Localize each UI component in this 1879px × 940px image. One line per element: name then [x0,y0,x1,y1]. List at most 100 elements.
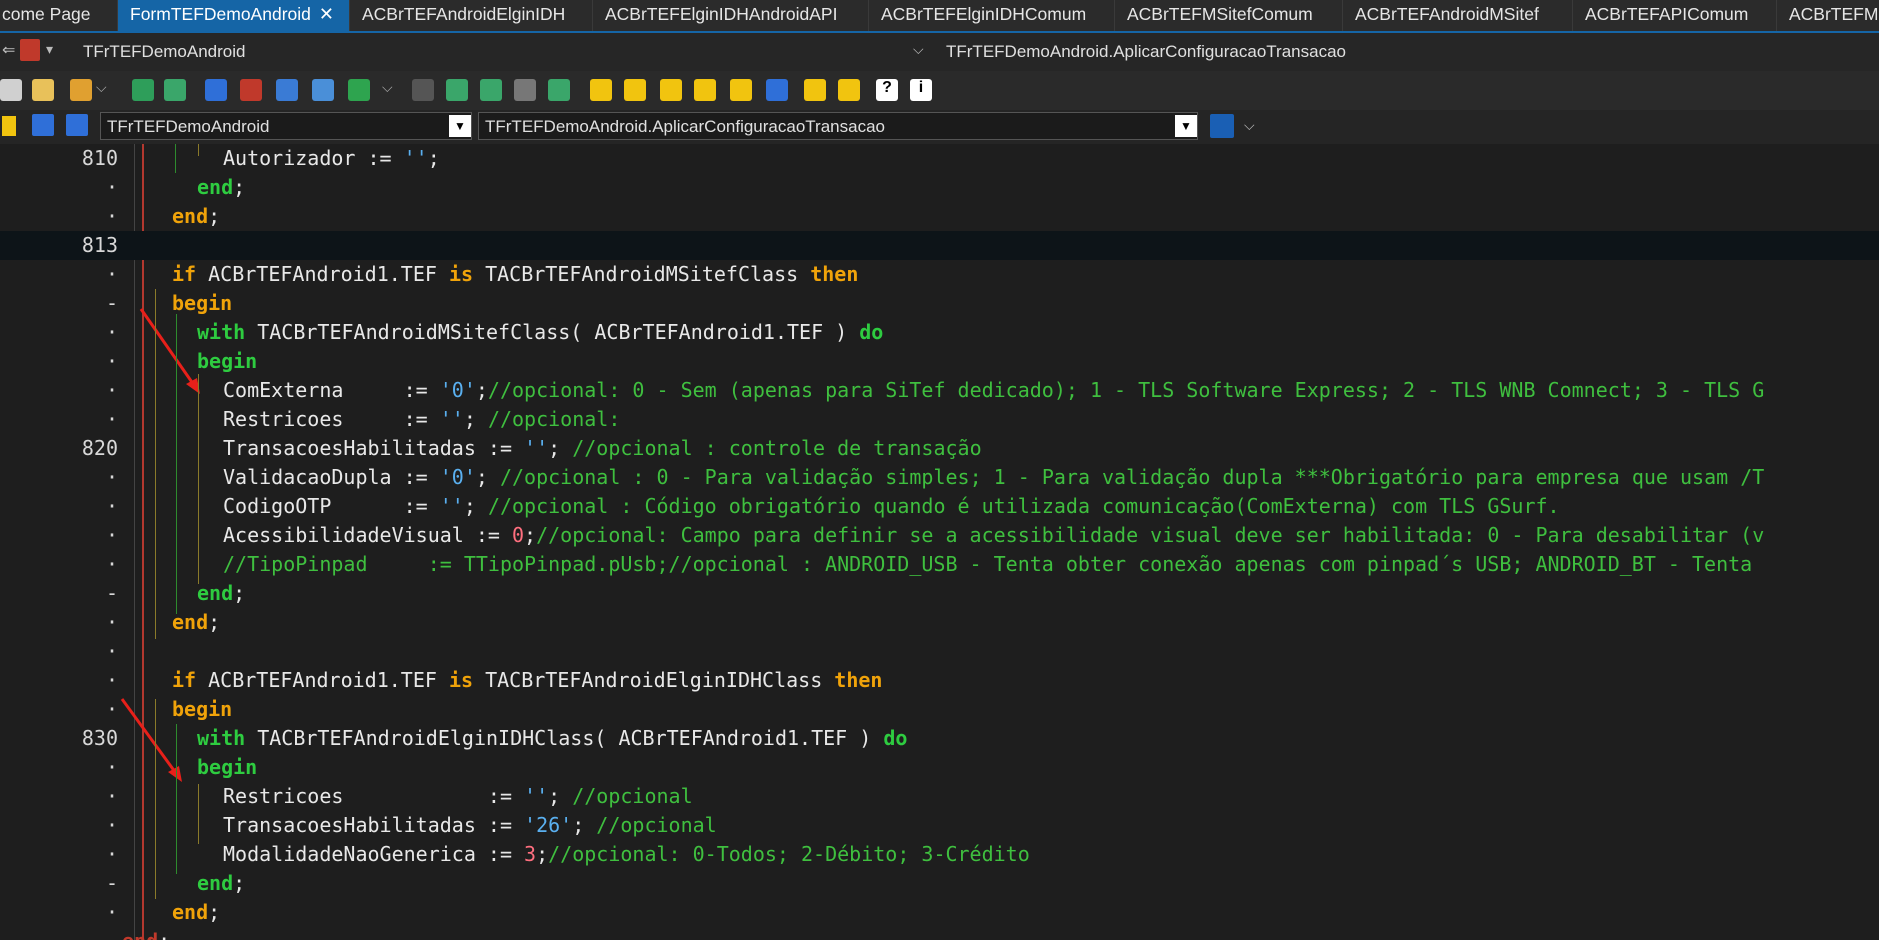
tab-acbrtefmsitefcomum[interactable]: ACBrTEFMSitefComum [1115,0,1343,31]
add-file-icon[interactable] [205,79,227,101]
open-folder-icon[interactable] [70,79,92,101]
options-icon[interactable] [276,79,298,101]
code-line[interactable]: · ComExterna := '0';//opcional: 0 - Sem (… [0,376,1879,405]
code-token: ; [475,378,488,402]
notes-icon[interactable] [804,79,826,101]
code-line[interactable]: · begin [0,347,1879,376]
code-token: ; [463,407,488,431]
tool-icon[interactable] [730,79,752,101]
code-line[interactable]: · Restricoes := ''; //opcional [0,782,1879,811]
code-line[interactable]: · if ACBrTEFAndroid1.TEF is TACBrTEFAndro… [0,260,1879,289]
class-combo[interactable]: TFrTEFDemoAndroid ▼ [100,112,472,140]
code-line[interactable]: · CodigoOTP := ''; //opcional : Código ob… [0,492,1879,521]
tab-acbrtefapicomum[interactable]: ACBrTEFAPIComum [1573,0,1777,31]
code-line[interactable]: · end; [0,898,1879,927]
code-line[interactable]: 813 [0,231,1879,260]
chevron-down-icon[interactable]: ⌵ [913,41,924,58]
interface-icon[interactable] [32,114,54,136]
line-number: · [105,320,118,344]
tab-come-page[interactable]: come Page [0,0,118,31]
tab-acbrtefandroidmsitef[interactable]: ACBrTEFAndroidMSitef [1343,0,1573,31]
edit-icon[interactable] [624,79,646,101]
class-name-label[interactable]: TFrTEFDemoAndroid [83,42,245,62]
method-name-label[interactable]: TFrTEFDemoAndroid.AplicarConfiguracaoTra… [946,42,1346,62]
run-icon[interactable] [348,79,370,101]
deploy-icon[interactable] [312,79,334,101]
code-line[interactable]: · ModalidadeNaoGenerica := 3;//opcional: … [0,840,1879,869]
chevron-down-icon[interactable]: ▾ [46,41,53,58]
tab-acbrtefm[interactable]: ACBrTEFM [1777,0,1879,31]
code-line[interactable]: · end; [0,202,1879,231]
method-combo[interactable]: TFrTEFDemoAndroid.AplicarConfiguracaoTra… [478,112,1198,140]
block-guide [198,144,199,156]
sync-icon[interactable] [2,116,16,136]
code-line[interactable]: · AcessibilidadeVisual := 0;//opcional: C… [0,521,1879,550]
chevron-down-icon[interactable]: ▼ [1175,115,1197,137]
code-line[interactable]: - end; [0,579,1879,608]
code-line[interactable]: · Restricoes := ''; //opcional: [0,405,1879,434]
code-line[interactable]: · //TipoPinpad := TTipoPinpad.pUsb;//opci… [0,550,1879,579]
code-line[interactable]: - end; [0,869,1879,898]
code-text: begin [197,347,257,376]
code-editor[interactable]: 810 Autorizador := ''; · end; · end; 813 · if AC… [0,144,1879,940]
keyword-token: '' [439,407,464,431]
collapse-icon[interactable]: ⇐ [2,40,15,60]
chevron-down-icon[interactable]: ⌵ [96,79,110,101]
code-line[interactable]: · with TACBrTEFAndroidMSitefClass( ACBrTE… [0,318,1879,347]
code-line[interactable]: · [0,637,1879,666]
keyword-token: if [172,262,197,286]
step-over-icon[interactable] [446,79,468,101]
code-token: ; [233,581,246,605]
number-icon[interactable] [766,79,788,101]
breakpoint-icon[interactable] [548,79,570,101]
save-all-icon[interactable] [164,79,186,101]
code-line[interactable]: - begin [0,289,1879,318]
trace-into-icon[interactable] [480,79,502,101]
line-number: · [105,900,118,924]
stop-icon[interactable] [412,79,434,101]
line-number: · [105,755,118,779]
tab-acbrtefandroidelginidh[interactable]: ACBrTEFAndroidElginIDH [350,0,593,31]
code-token: TACBrTEFAndroidElginIDHClass [473,668,835,692]
structure-icon[interactable] [1210,114,1234,138]
code-line[interactable]: · ValidacaoDupla := '0'; //opcional : 0 -… [0,463,1879,492]
line-number: - [105,291,118,315]
code-text: begin [172,289,232,318]
tab-formtefdemoandroid[interactable]: FormTEFDemoAndroid ✕ [118,0,350,31]
open-project-icon[interactable] [0,79,22,101]
code-line[interactable]: · end; [0,173,1879,202]
keyword-token: end [172,900,209,924]
refresh-icon[interactable] [694,79,716,101]
code-line[interactable]: 830 with TACBrTEFAndroidElginIDHClass( AC… [0,724,1879,753]
line-number: · [105,552,118,576]
code-line[interactable]: 810 Autorizador := ''; [0,144,1879,173]
unit-icon[interactable] [20,39,40,61]
tab-acbrtefelginidhcomum[interactable]: ACBrTEFElginIDHComum [869,0,1115,31]
save-icon[interactable] [132,79,154,101]
line-number: · [105,668,118,692]
new-icon[interactable] [32,79,54,101]
chevron-down-icon[interactable]: ⌵ [382,79,396,101]
list-icon[interactable] [660,79,682,101]
remove-file-icon[interactable] [240,79,262,101]
help-icon[interactable]: ? [876,79,898,101]
tab-acbrtefelginidhandroidapi[interactable]: ACBrTEFElginIDHAndroidAPI [593,0,869,31]
chevron-down-icon[interactable]: ⌵ [1244,117,1255,134]
code-line[interactable]: 820 TransacoesHabilitadas := ''; //opcion… [0,434,1879,463]
comment-token: //opcional: 0 - Sem (apenas para SiTef d… [487,378,1765,402]
code-line[interactable]: · begin [0,753,1879,782]
code-token: TACBrTEFAndroidMSitefClass( ACBrTEFAndro… [245,320,860,344]
component-icon[interactable] [590,79,612,101]
settings-gear-icon[interactable] [838,79,860,101]
code-line[interactable]: · if ACBrTEFAndroid1.TEF is TACBrTEFAndro… [0,666,1879,695]
code-line[interactable]: · begin [0,695,1879,724]
info-icon[interactable]: i [910,79,932,101]
code-line[interactable]: end; [0,927,1879,940]
chevron-down-icon[interactable]: ▼ [449,115,471,137]
run-to-cursor-icon[interactable] [514,79,536,101]
code-line[interactable]: · TransacoesHabilitadas := '26'; //opcion… [0,811,1879,840]
keyword-token: '' [403,146,428,170]
implementation-icon[interactable] [66,114,88,136]
close-icon[interactable]: ✕ [319,4,334,24]
code-line[interactable]: · end; [0,608,1879,637]
